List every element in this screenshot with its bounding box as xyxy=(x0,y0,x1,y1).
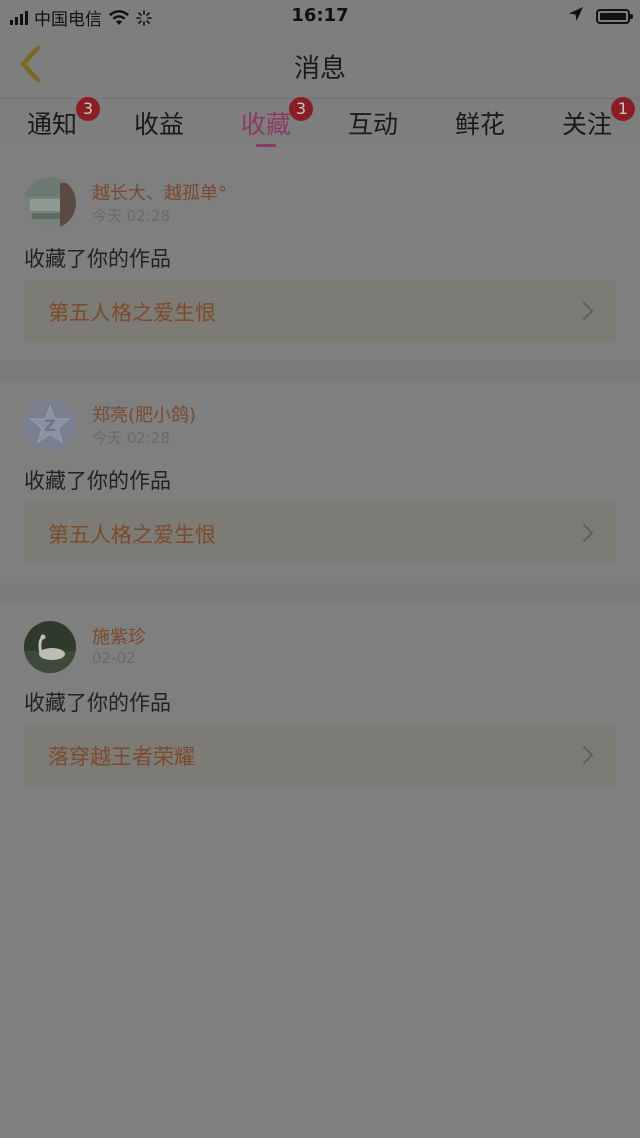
message-time: 今天 02:28 xyxy=(92,207,170,225)
work-link[interactable]: 第五人格之爱生恨 xyxy=(24,280,616,342)
message-time: 今天 02:28 xyxy=(92,429,170,447)
tab-favorites[interactable]: 收藏 3 xyxy=(226,97,313,147)
tab-notifications[interactable]: 通知 3 xyxy=(12,97,100,141)
message-item: 施紫珍 02-02 收藏了你的作品 落穿越王者荣耀 xyxy=(0,603,640,805)
list-separator xyxy=(0,361,640,381)
message-action: 收藏了你的作品 xyxy=(24,469,171,493)
tab-bar: 通知 3 收益 收藏 3 互动 鲜花 关注 1 xyxy=(0,97,640,147)
work-title: 落穿越王者荣耀 xyxy=(48,745,195,769)
tab-earnings[interactable]: 收益 xyxy=(119,105,199,141)
message-time: 02-02 xyxy=(92,649,136,667)
tab-label: 互动 xyxy=(347,110,398,139)
avatar[interactable] xyxy=(24,621,76,673)
tab-badge: 3 xyxy=(289,97,313,121)
tab-label: 收藏 xyxy=(240,110,291,139)
tab-follows[interactable]: 关注 1 xyxy=(547,97,635,141)
avatar[interactable] xyxy=(24,177,76,229)
messages-screen: 中国电信 16:17 消息 通知 3 收益 收藏 3 互动 鲜花 关注 1 越长… xyxy=(0,0,640,1138)
message-username[interactable]: 施紫珍 xyxy=(92,623,146,649)
page-title: 消息 xyxy=(293,54,346,84)
svg-text:Z: Z xyxy=(44,416,56,435)
tab-label: 鲜花 xyxy=(454,110,505,139)
nav-bar: 消息 xyxy=(0,32,640,99)
work-title: 第五人格之爱生恨 xyxy=(48,301,216,325)
clock: 16:17 xyxy=(291,5,349,26)
tab-badge: 1 xyxy=(611,97,635,121)
chevron-right-icon xyxy=(583,524,593,542)
avatar[interactable]: Z xyxy=(24,399,76,451)
tab-badge: 3 xyxy=(76,97,100,121)
tab-label: 关注 xyxy=(561,110,612,139)
message-username[interactable]: 郑亮(肥小鸽) xyxy=(92,401,196,427)
battery-icon xyxy=(596,9,633,24)
work-link[interactable]: 第五人格之爱生恨 xyxy=(24,502,616,564)
chevron-right-icon xyxy=(583,302,593,320)
message-username[interactable]: 越长大、越孤单° xyxy=(92,179,227,205)
tab-interactions[interactable]: 互动 xyxy=(333,105,413,141)
tab-flowers[interactable]: 鲜花 xyxy=(440,105,520,141)
status-right xyxy=(568,6,633,27)
chevron-right-icon xyxy=(583,746,593,764)
message-action: 收藏了你的作品 xyxy=(24,247,171,271)
message-item: Z 郑亮(肥小鸽) 今天 02:28 收藏了你的作品 第五人格之爱生恨 xyxy=(0,381,640,583)
tab-label: 通知 xyxy=(26,110,77,139)
message-action: 收藏了你的作品 xyxy=(24,691,171,715)
work-link[interactable]: 落穿越王者荣耀 xyxy=(24,724,616,786)
work-title: 第五人格之爱生恨 xyxy=(48,523,216,547)
tab-active-indicator xyxy=(256,144,276,147)
location-icon xyxy=(568,6,584,27)
tab-label: 收益 xyxy=(133,110,184,139)
message-item: 越长大、越孤单° 今天 02:28 收藏了你的作品 第五人格之爱生恨 xyxy=(0,159,640,361)
list-separator xyxy=(0,583,640,603)
status-bar: 中国电信 16:17 xyxy=(0,0,640,32)
